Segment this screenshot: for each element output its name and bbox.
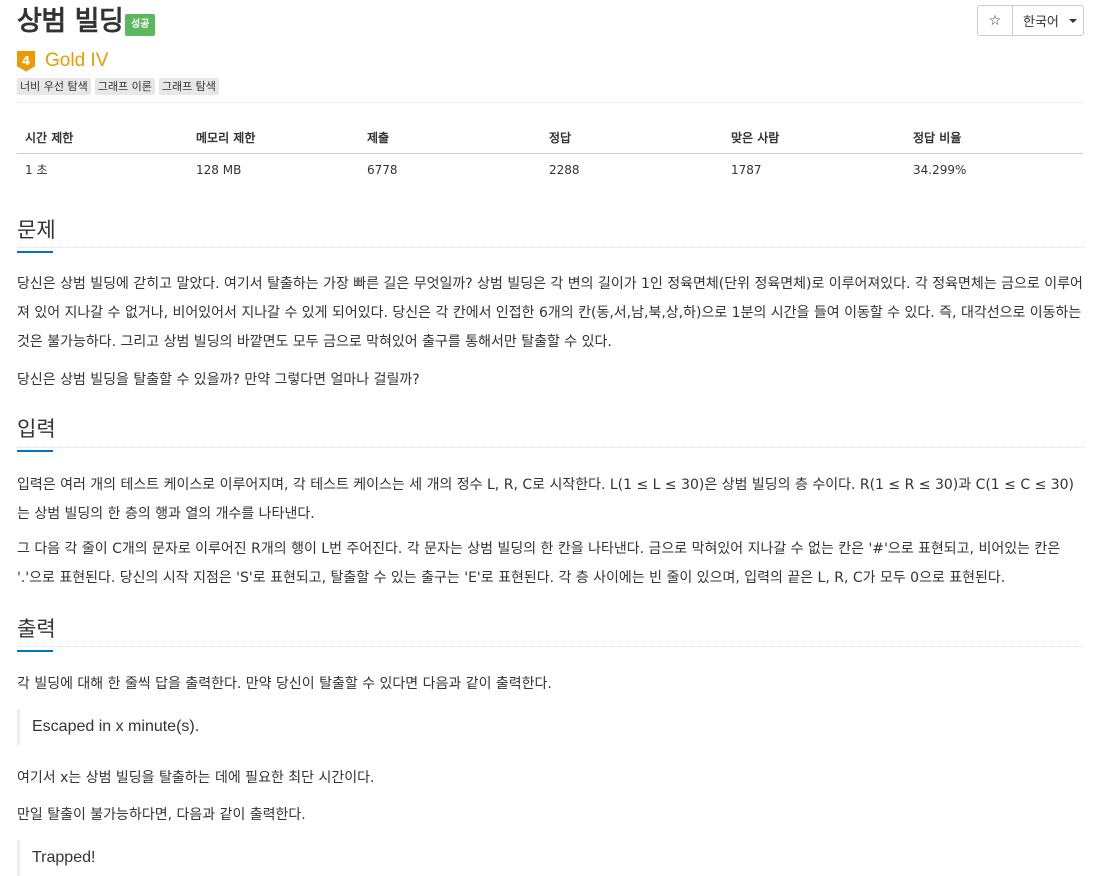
header-accepted: 정답: [541, 121, 723, 154]
header-actions: ☆ 한국어: [977, 5, 1084, 36]
tier-badge-icon: 4: [17, 50, 35, 72]
header-submissions: 제출: [359, 121, 541, 154]
tag-item[interactable]: 너비 우선 탐색: [17, 78, 91, 95]
header-memory-limit: 메모리 제한: [188, 121, 359, 154]
header-solved-users: 맞은 사람: [723, 121, 905, 154]
output-paragraph-2: 여기서 x는 상범 빌딩을 탈출하는 데에 필요한 최단 시간이다.: [17, 770, 375, 786]
section-divider: [17, 247, 1084, 248]
memory-limit-value: 128 MB: [196, 162, 242, 177]
tag-item[interactable]: 그래프 이론: [94, 78, 155, 95]
heading-underline: [17, 450, 53, 452]
caret-down-icon: [1069, 18, 1077, 23]
output-quote-escaped: Escaped in x minute(s).: [17, 709, 1082, 745]
section-divider: [17, 447, 1084, 448]
tag-item[interactable]: 그래프 탐색: [158, 78, 219, 95]
section-heading: 문제: [17, 218, 56, 242]
language-dropdown[interactable]: 한국어: [1012, 5, 1084, 36]
table-row: 1 초 128 MB 6778 2288 1787 34.299%: [17, 154, 1083, 186]
problem-header: 상범 빌딩 성공 ☆ 한국어: [17, 4, 1084, 44]
output-paragraph-3: 만일 탈출이 불가능하다면, 다음과 같이 출력한다.: [17, 807, 306, 823]
section-heading: 입력: [17, 417, 56, 441]
problem-title: 상범 빌딩: [17, 6, 124, 37]
table-header-row: 시간 제한 메모리 제한 제출 정답 맞은 사람 정답 비율: [17, 121, 1083, 154]
star-icon: ☆: [988, 12, 1002, 29]
input-paragraph-2: 그 다음 각 줄이 C개의 문자로 이루어진 R개의 행이 L번 주어진다. 각…: [17, 541, 1061, 586]
header-time-limit: 시간 제한: [17, 121, 188, 154]
heading-underline: [17, 650, 53, 652]
problem-paragraph-1: 당신은 상범 빌딩에 갇히고 말았다. 여기서 탈출하는 가장 빠른 길은 무엇…: [17, 276, 1083, 350]
submissions-value: 6778: [367, 162, 398, 177]
time-limit-value: 1 초: [25, 163, 48, 177]
solved-users-value: 1787: [731, 162, 762, 177]
status-badge: 성공: [125, 14, 156, 36]
tier-info: 4 Gold IV: [17, 50, 108, 72]
favorite-star-button[interactable]: ☆: [977, 5, 1013, 36]
tier-name: Gold IV: [45, 50, 109, 71]
tag-list: 너비 우선 탐색 그래프 이론 그래프 탐색: [17, 78, 219, 95]
input-paragraph-1: 입력은 여러 개의 테스트 케이스로 이루어지며, 각 테스트 케이스는 세 개…: [17, 477, 1075, 522]
output-paragraph-1: 각 빌딩에 대해 한 줄씩 답을 출력한다. 만약 당신이 탈출할 수 있다면 …: [17, 676, 552, 692]
output-quote-trapped: Trapped!: [17, 840, 1082, 876]
accepted-value: 2288: [549, 162, 580, 177]
divider: [17, 102, 1084, 103]
section-divider: [17, 646, 1084, 647]
header-accept-ratio: 정답 비율: [905, 121, 1083, 154]
accept-ratio-value: 34.299%: [913, 162, 967, 177]
problem-stats-table: 시간 제한 메모리 제한 제출 정답 맞은 사람 정답 비율 1 초 128 M…: [17, 121, 1083, 185]
heading-underline: [17, 251, 53, 253]
language-label: 한국어: [1023, 15, 1059, 30]
problem-paragraph-2: 당신은 상범 빌딩을 탈출할 수 있을까? 만약 그렇다면 얼마나 걸릴까?: [17, 372, 420, 388]
section-heading: 출력: [17, 617, 56, 641]
